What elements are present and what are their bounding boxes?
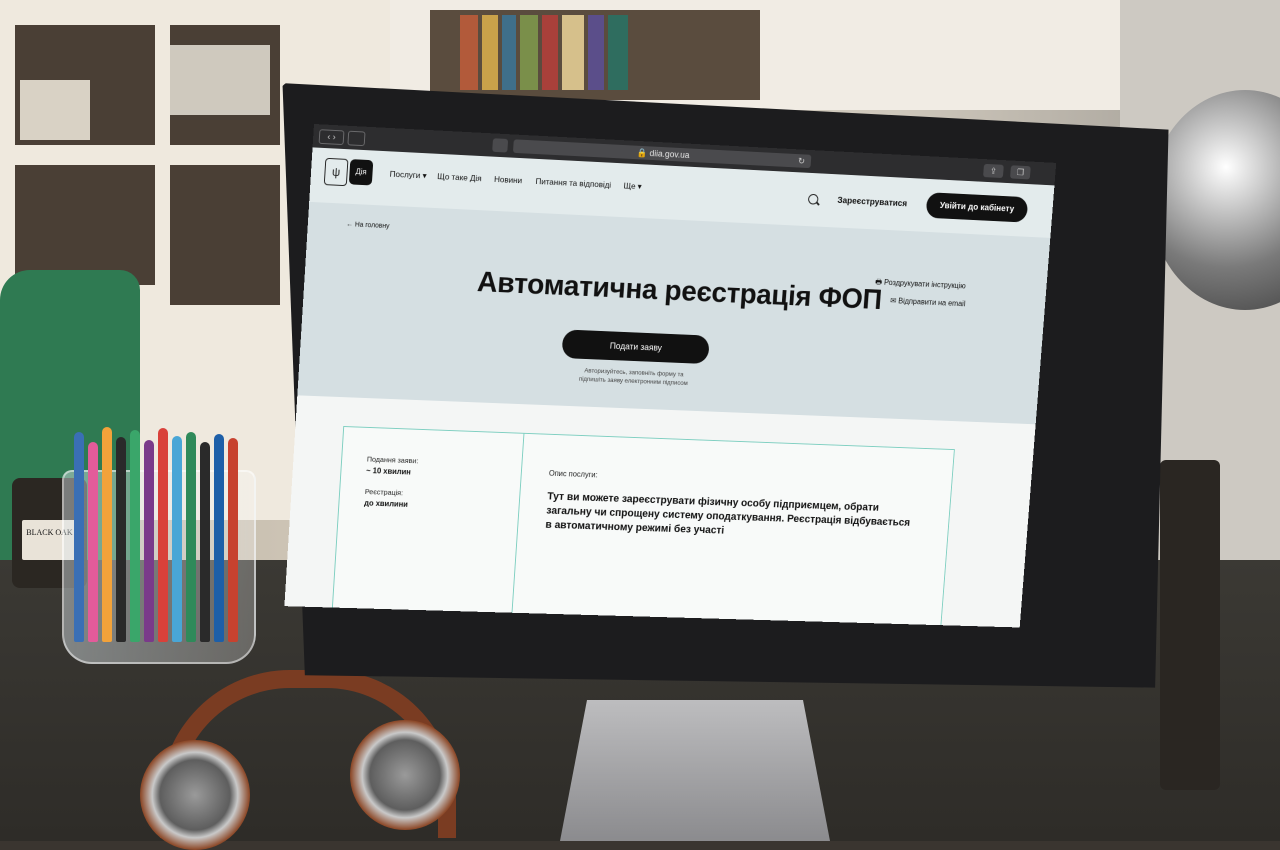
reload-icon[interactable]: ↻ [798,154,806,168]
monitor-stand [560,700,830,841]
submission-time-value: ~ 10 хвилин [366,466,411,476]
book-stack [20,80,90,140]
sidebar-toggle-icon[interactable] [347,131,365,146]
desk-organizer [1160,460,1220,790]
reader-mode-icon[interactable] [492,138,508,152]
url-text: diia.gov.ua [649,148,690,160]
monitor-screen: ‹ › 🔒 diia.gov.ua ↻ ⇪ ❐ ψ Дія Послуги ▾ … [284,124,1056,627]
service-description-label: Опис послуги: [549,469,598,479]
book-stack [170,45,270,115]
nav-more[interactable]: Ще ▾ [623,181,642,192]
pen-cup [62,470,256,664]
top-shelf [390,0,1120,110]
nav-services[interactable]: Послуги ▾ [389,169,427,182]
search-icon[interactable] [808,194,819,205]
marker [74,432,84,642]
service-timing-panel: Подання заяви: ~ 10 хвилин Реєстрація: д… [331,427,524,627]
headphones-earcup-left [140,740,250,850]
marker [214,434,224,642]
registration-time-value: до хвилини [364,499,408,509]
apply-hint: Авторизуйтесь, заповніть форму та підпиш… [299,355,958,399]
tabs-overview-icon[interactable]: ❐ [1010,165,1031,179]
nav-faq[interactable]: Питання та відповіді [535,176,611,189]
book [520,15,538,90]
book [608,15,628,90]
login-button[interactable]: Увійти до кабінету [926,192,1029,222]
service-info-card: Подання заяви: ~ 10 хвилин Реєстрація: д… [330,426,955,627]
book [502,15,516,90]
page-title: Автоматична реєстрація ФОП [304,258,1046,324]
apply-button[interactable]: Подати заяву [561,329,710,364]
marker [130,430,140,642]
marker [144,440,154,642]
marker [172,436,182,642]
hero-section: ← На головну 🖶 Роздрукувати інструкцію ✉… [297,202,1050,424]
nav-news[interactable]: Новини [494,174,523,185]
headphones-earcup-right [350,720,460,830]
diia-logo-text: Дія [355,167,367,176]
nav-what-is-diia[interactable]: Що таке Дія [437,171,482,183]
marker [116,437,126,642]
marker [88,442,98,642]
shelf-compartment [170,165,280,305]
marker [200,442,210,642]
diia-logo[interactable]: Дія [349,159,374,185]
shelf-compartment [15,165,155,285]
registration-time-label: Реєстрація: [365,487,404,497]
submission-time-label: Подання заяви: [367,455,419,465]
content-section: Подання заяви: ~ 10 хвилин Реєстрація: д… [284,395,1035,627]
marker [158,428,168,642]
back-to-home-link[interactable]: ← На головну [346,221,390,230]
marker [102,427,112,642]
book [588,15,604,90]
book [542,15,558,90]
book [482,15,498,90]
register-link[interactable]: Зареєструватися [837,195,907,208]
lock-icon: 🔒 [637,148,648,158]
trident-logo-icon[interactable]: ψ [324,158,349,186]
back-forward-icon[interactable]: ‹ › [319,129,345,145]
marker [228,438,238,642]
share-icon[interactable]: ⇪ [983,164,1004,178]
marker [186,432,196,642]
book [562,15,584,90]
book [460,15,478,90]
service-description-text: Тут ви можете зареєструвати фізичну особ… [545,490,914,545]
